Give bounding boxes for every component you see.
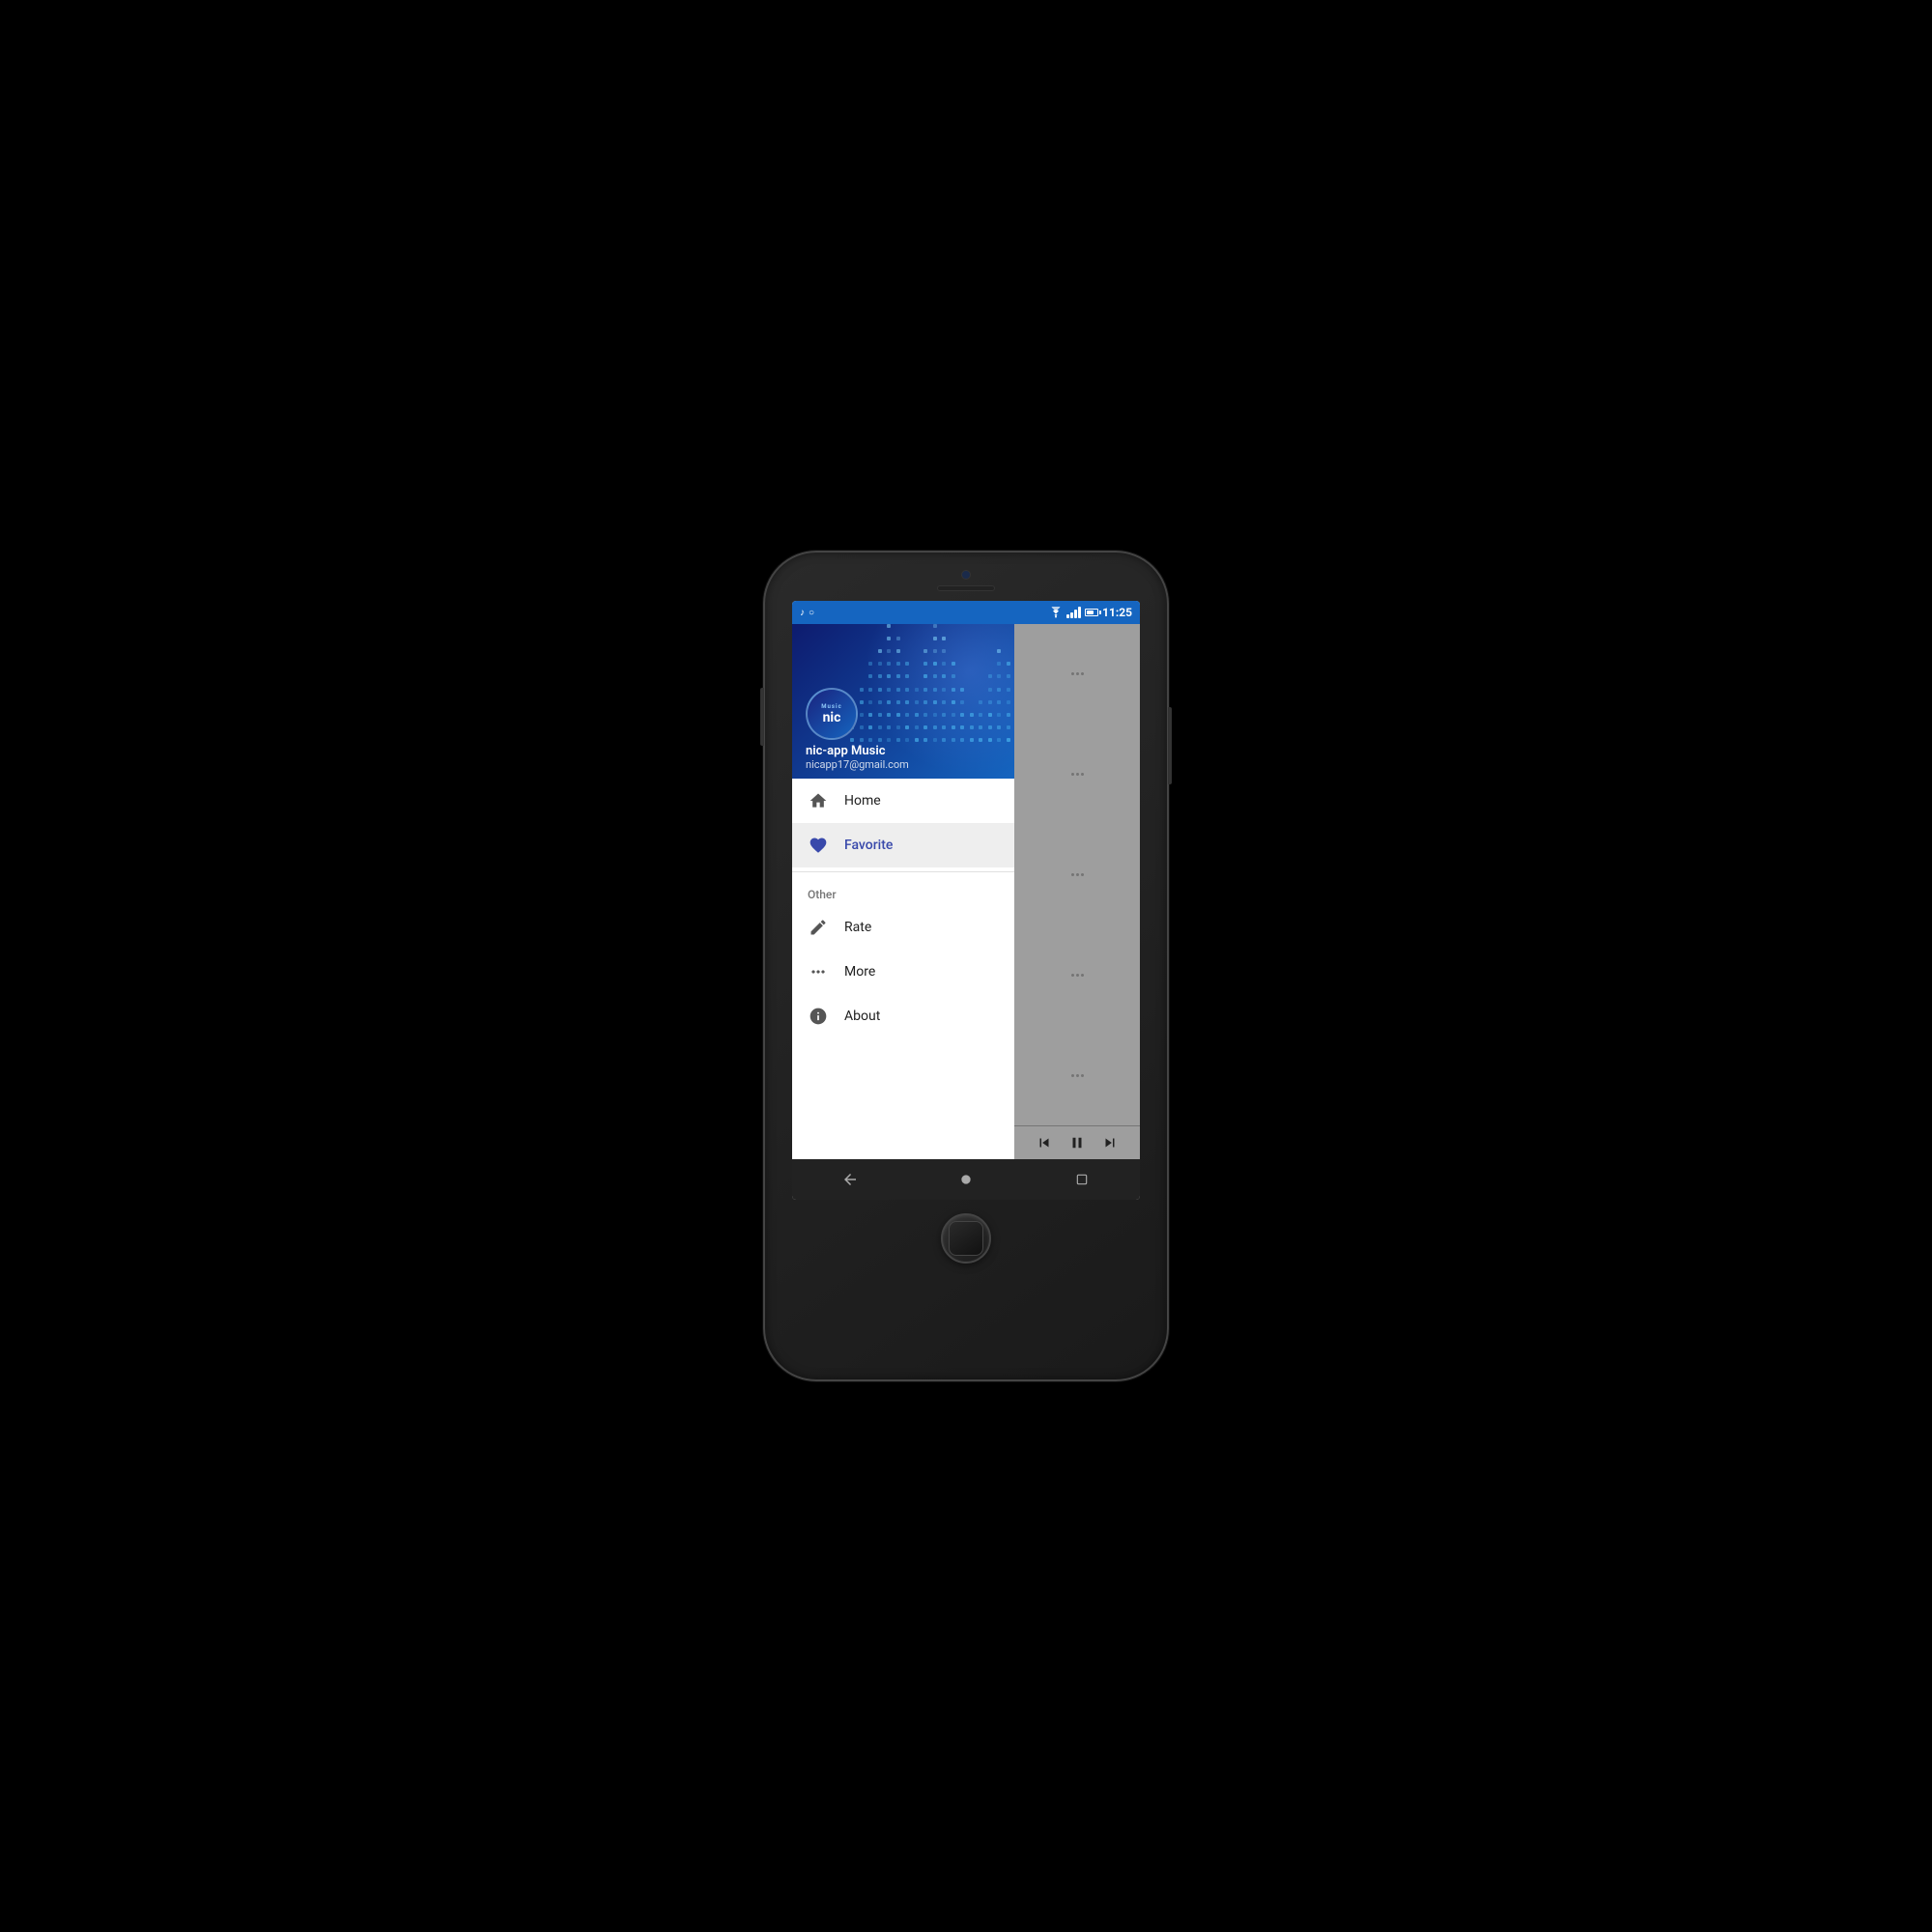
phone-frame: ♪ ○ [763, 551, 1169, 1381]
dots-3 [1071, 873, 1084, 876]
circle-status-icon: ○ [809, 608, 814, 618]
next-button[interactable] [1101, 1134, 1119, 1151]
dot [1071, 1074, 1074, 1077]
status-left: ♪ ○ [800, 608, 814, 618]
recent-apps-button[interactable] [1063, 1160, 1101, 1199]
dot [1081, 974, 1084, 977]
phone-top [765, 553, 1167, 601]
menu-label-favorite: Favorite [844, 838, 893, 853]
main-panel-content [1014, 624, 1140, 1159]
menu-label-home: Home [844, 793, 881, 809]
favorite-icon [808, 835, 829, 856]
drawer-email: nicapp17@gmail.com [806, 758, 909, 771]
menu-item-favorite[interactable]: Favorite [792, 823, 1014, 867]
dot [1076, 873, 1079, 876]
menu-section-other: Other [792, 876, 1014, 905]
equalizer-bg [850, 624, 1014, 750]
info-icon [808, 1006, 829, 1027]
signal-icon [1066, 607, 1081, 618]
status-right: 11:25 [1049, 606, 1132, 619]
dots-5 [1071, 1074, 1084, 1077]
avatar-text-main: nic [823, 710, 841, 725]
menu-divider [792, 871, 1014, 872]
wifi-icon [1049, 607, 1063, 618]
dot [1076, 974, 1079, 977]
battery-icon [1085, 609, 1098, 616]
menu-label-rate: Rate [844, 920, 871, 935]
dot [1071, 773, 1074, 776]
dot [1081, 873, 1084, 876]
dot [1071, 974, 1074, 977]
more-icon [808, 961, 829, 982]
dots-1 [1071, 672, 1084, 675]
home-button[interactable] [941, 1213, 991, 1264]
dot [1076, 773, 1079, 776]
status-time: 11:25 [1102, 606, 1132, 619]
status-bar: ♪ ○ [792, 601, 1140, 624]
dot [1081, 773, 1084, 776]
menu-item-rate[interactable]: Rate [792, 905, 1014, 950]
home-button-inner [949, 1221, 983, 1256]
home-icon [808, 790, 829, 811]
menu-label-more: More [844, 964, 875, 980]
bottom-navigation [792, 1159, 1140, 1200]
camera [961, 570, 971, 580]
main-content-area [1014, 624, 1140, 1125]
dot [1076, 672, 1079, 675]
drawer-user-info: nic-app Music nicapp17@gmail.com [806, 744, 909, 771]
menu-item-home[interactable]: Home [792, 779, 1014, 823]
menu-label-about: About [844, 1009, 880, 1024]
dot [1071, 672, 1074, 675]
dot [1081, 1074, 1084, 1077]
avatar: Music nic [806, 688, 858, 740]
prev-button[interactable] [1036, 1134, 1053, 1151]
avatar-text-small: Music [821, 703, 841, 710]
player-controls [1014, 1125, 1140, 1159]
dot [1081, 672, 1084, 675]
phone-bottom [941, 1200, 991, 1283]
dots-2 [1071, 773, 1084, 776]
menu-item-about[interactable]: About [792, 994, 1014, 1038]
pause-button[interactable] [1068, 1134, 1086, 1151]
drawer-username: nic-app Music [806, 744, 909, 758]
main-panel [1014, 624, 1140, 1159]
menu-item-more[interactable]: More [792, 950, 1014, 994]
navigation-drawer: Music nic nic-app Music nicapp17@gmail.c… [792, 624, 1014, 1159]
dots-4 [1071, 974, 1084, 977]
rate-icon [808, 917, 829, 938]
drawer-header: Music nic nic-app Music nicapp17@gmail.c… [792, 624, 1014, 779]
home-nav-button[interactable] [947, 1160, 985, 1199]
music-status-icon: ♪ [800, 608, 805, 618]
back-button[interactable] [831, 1160, 869, 1199]
drawer-menu: Home Favorite Other [792, 779, 1014, 1159]
dot [1076, 1074, 1079, 1077]
screen-content: Music nic nic-app Music nicapp17@gmail.c… [792, 624, 1140, 1159]
speaker [937, 585, 995, 591]
dot [1071, 873, 1074, 876]
screen: ♪ ○ [792, 601, 1140, 1200]
